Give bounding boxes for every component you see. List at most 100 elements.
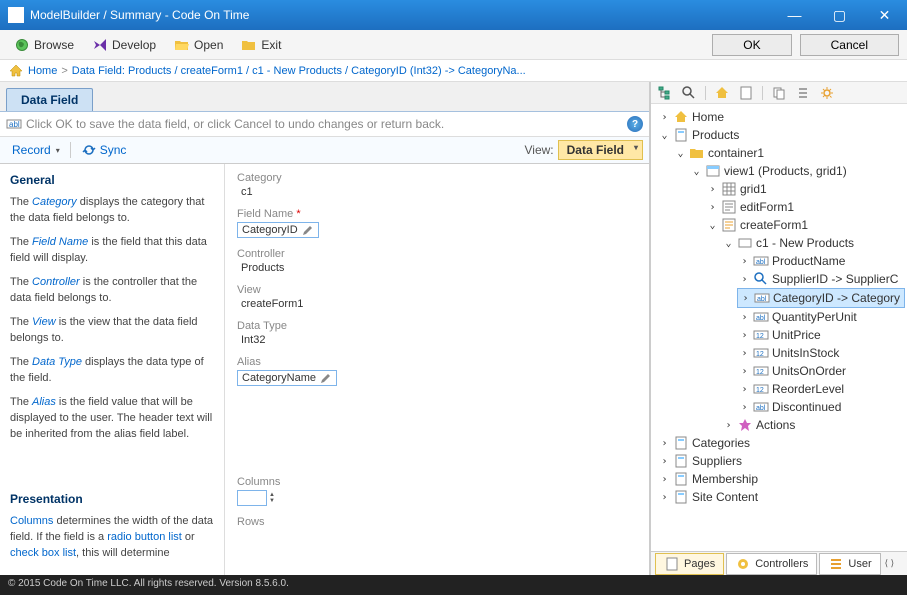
globe-icon [14, 37, 30, 53]
tree-item-unitsinstock[interactable]: ›12UnitsInStock [737, 344, 905, 362]
home-icon [8, 63, 24, 79]
category-label: Category [237, 172, 637, 184]
footer: © 2015 Code On Time LLC. All rights rese… [0, 575, 907, 595]
help-column: General The Category displays the catego… [0, 164, 225, 575]
tree-item-sitecontent[interactable]: ›Site Content [657, 488, 905, 506]
tree-item-view1[interactable]: ⌄view1 (Products, grid1) [689, 162, 905, 180]
num-icon: 12 [753, 327, 769, 343]
tab-scroll-right[interactable]: ⟨ ⟩ [885, 558, 895, 569]
hint-text: Click OK to save the data field, or clic… [26, 117, 623, 131]
maximize-button[interactable]: ▢ [817, 0, 862, 30]
category-icon [737, 235, 753, 251]
form-icon [721, 217, 737, 233]
project-tree[interactable]: ›Home ⌄Products ⌄container1 ⌄view1 (Prod… [651, 104, 907, 551]
minimize-button[interactable]: — [772, 0, 817, 30]
breadcrumb-home[interactable]: Home [28, 65, 57, 77]
tree-item-container1[interactable]: ⌄container1 [673, 144, 905, 162]
grid-icon [721, 181, 737, 197]
view-selector[interactable]: Data Field [558, 140, 643, 160]
columns-label: Columns [237, 476, 637, 488]
sync-icon [81, 142, 97, 158]
tree-item-productname[interactable]: ›ablProductName [737, 252, 905, 270]
cancel-button[interactable]: Cancel [800, 34, 899, 56]
tree-item-createform1[interactable]: ⌄createForm1 [705, 216, 905, 234]
tree-item-actions[interactable]: ›Actions [721, 416, 905, 434]
exit-button[interactable]: Exit [235, 35, 287, 55]
help-icon[interactable]: ? [627, 116, 643, 132]
abl-icon: abl [754, 290, 770, 306]
tree-item-c1[interactable]: ⌄c1 - New Products [721, 234, 905, 252]
bottom-tabs: Pages Controllers User ⟨ ⟩ [651, 551, 907, 575]
controller-icon [735, 556, 751, 572]
tab-user[interactable]: User [819, 553, 880, 575]
svg-text:abl: abl [756, 315, 766, 322]
page-icon [673, 127, 689, 143]
tree-item-editform1[interactable]: ›editForm1 [705, 198, 905, 216]
svg-text:12: 12 [756, 387, 764, 394]
develop-button[interactable]: Develop [86, 35, 162, 55]
sync-button[interactable]: Sync [75, 140, 133, 160]
tree-item-qpu[interactable]: ›ablQuantityPerUnit [737, 308, 905, 326]
data-field-tab[interactable]: Data Field [6, 88, 93, 111]
num-icon: 12 [753, 381, 769, 397]
app-icon [8, 7, 24, 23]
tree-item-categoryid[interactable]: ›ablCategoryID -> Category [737, 288, 905, 308]
lookup-icon [753, 271, 769, 287]
window-title: ModelBuilder / Summary - Code On Time [30, 8, 772, 22]
alias-input[interactable]: CategoryName [237, 370, 337, 386]
copy-icon[interactable] [771, 85, 787, 101]
breadcrumb: Home > Data Field: Products / createForm… [0, 60, 907, 82]
fieldname-input[interactable]: CategoryID [237, 222, 319, 238]
close-button[interactable]: ✕ [862, 0, 907, 30]
tab-controllers[interactable]: Controllers [726, 553, 817, 575]
abl-icon: abl [753, 309, 769, 325]
abl-icon: abl [753, 253, 769, 269]
browse-label: Browse [34, 38, 74, 52]
window-titlebar: ModelBuilder / Summary - Code On Time — … [0, 0, 907, 30]
tree-icon[interactable] [657, 85, 673, 101]
columns-input[interactable] [237, 490, 267, 506]
spinner-icon[interactable]: ▲▼ [269, 492, 275, 504]
browse-button[interactable]: Browse [8, 35, 80, 55]
svg-text:12: 12 [756, 369, 764, 376]
tree-item-categories[interactable]: ›Categories [657, 434, 905, 452]
breadcrumb-separator: > [61, 65, 67, 77]
home-tool-icon[interactable] [714, 85, 730, 101]
gear-icon[interactable] [819, 85, 835, 101]
page-tool-icon[interactable] [738, 85, 754, 101]
tree-item-suppliers[interactable]: ›Suppliers [657, 452, 905, 470]
tree-item-membership[interactable]: ›Membership [657, 470, 905, 488]
list-icon[interactable] [795, 85, 811, 101]
alias-label: Alias [237, 356, 637, 368]
svg-text:abl: abl [756, 259, 766, 266]
tree-item-unitprice[interactable]: ›12UnitPrice [737, 326, 905, 344]
datatype-value: Int32 [237, 334, 637, 346]
view-icon [705, 163, 721, 179]
list-icon [828, 556, 844, 572]
tree-item-products[interactable]: ⌄Products [657, 126, 905, 144]
rows-label: Rows [237, 516, 637, 528]
open-button[interactable]: Open [168, 35, 229, 55]
pencil-icon [302, 224, 314, 236]
tree-item-discontinued[interactable]: ›ablDiscontinued [737, 398, 905, 416]
tree-item-home[interactable]: ›Home [657, 108, 905, 126]
svg-text:12: 12 [756, 351, 764, 358]
num-icon: 12 [753, 363, 769, 379]
record-menu[interactable]: Record [6, 141, 66, 159]
page-icon [664, 556, 680, 572]
view-field-value: createForm1 [237, 298, 637, 310]
controller-label: Controller [237, 248, 637, 260]
tree-item-reorderlevel[interactable]: ›12ReorderLevel [737, 380, 905, 398]
local-menubar: Record Sync View: Data Field [0, 137, 649, 164]
help-presentation-title: Presentation [10, 491, 214, 508]
tab-pages[interactable]: Pages [655, 553, 724, 575]
page-icon [673, 453, 689, 469]
search-icon[interactable] [681, 85, 697, 101]
develop-label: Develop [112, 38, 156, 52]
tree-item-unitsonorder[interactable]: ›12UnitsOnOrder [737, 362, 905, 380]
ok-button[interactable]: OK [712, 34, 791, 56]
tree-item-supplierid[interactable]: ›SupplierID -> SupplierC [737, 270, 905, 288]
tree-item-grid1[interactable]: ›grid1 [705, 180, 905, 198]
project-tree-pane: ›Home ⌄Products ⌄container1 ⌄view1 (Prod… [650, 82, 907, 575]
breadcrumb-path[interactable]: Data Field: Products / createForm1 / c1 … [72, 65, 526, 77]
